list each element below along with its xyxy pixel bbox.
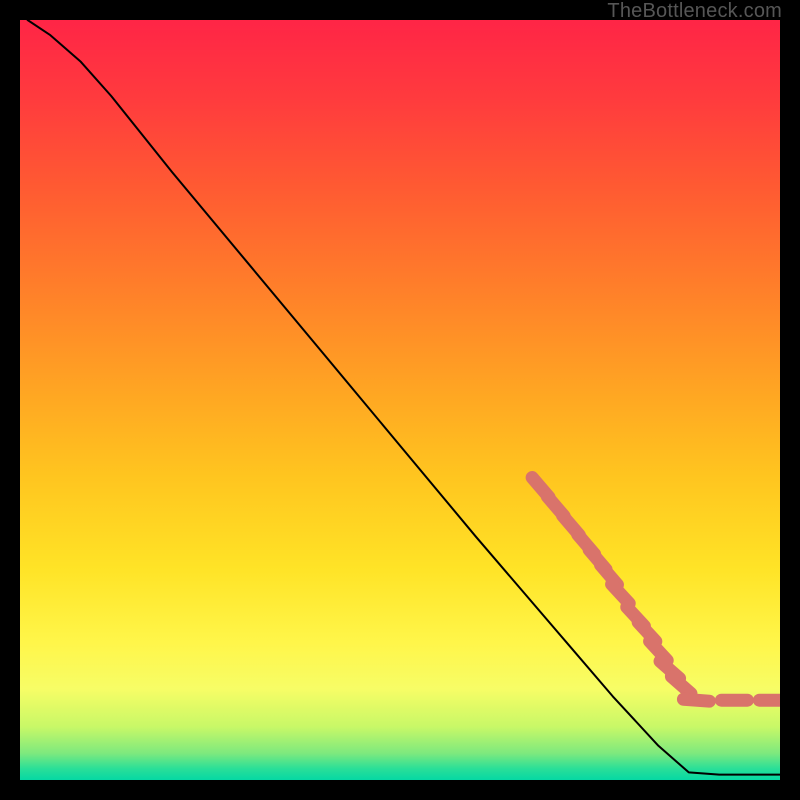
plot-area <box>20 20 780 780</box>
marker-dash <box>683 699 709 701</box>
chart-svg <box>20 20 780 780</box>
watermark-text: TheBottleneck.com <box>607 0 782 23</box>
chart-frame: TheBottleneck.com <box>0 0 800 800</box>
